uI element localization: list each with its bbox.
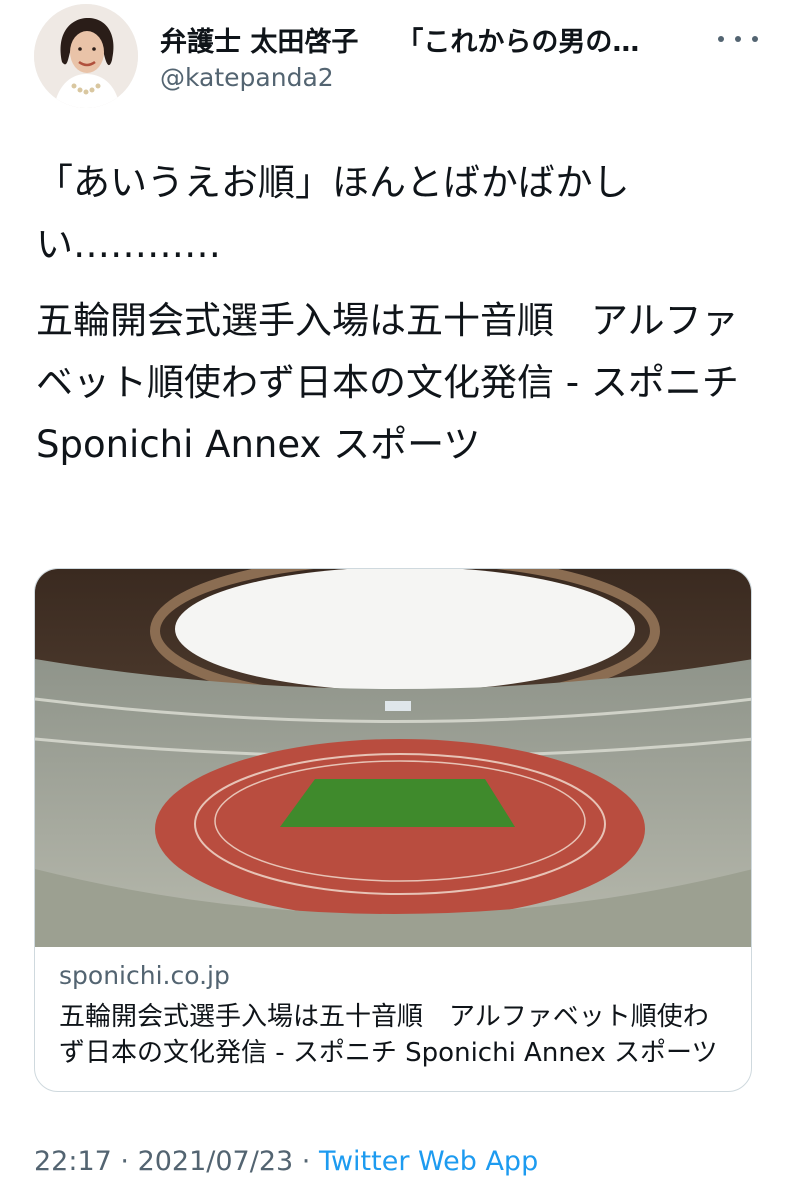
tweet-source-link[interactable]: Twitter Web App (319, 1146, 538, 1177)
tweet-time[interactable]: 22:17 (34, 1146, 112, 1177)
meta-separator: · (111, 1146, 138, 1177)
stadium-photo (35, 569, 751, 947)
tweet-text-comment: 「あいうえお順」ほんとばかばかしい………… (36, 161, 630, 266)
author-handle[interactable]: @katepanda2 (160, 63, 334, 92)
tweet-date[interactable]: 2021/07/23 (138, 1146, 294, 1177)
card-title[interactable]: 五輪開会式選手入場は五十音順 アルファベット順使わず日本の文化発信 - スポニチ… (59, 999, 731, 1071)
tweet-text: 「あいうえお順」ほんとばかばかしい………… 五輪開会式選手入場は五十音順 アルフ… (36, 152, 756, 476)
tweet-header: 弁護士 太田啓子 「これからの男の… @katepanda2 (0, 0, 787, 120)
tweet-metadata: 22:17 · 2021/07/23 · Twitter Web App (34, 1146, 538, 1177)
avatar-image (34, 4, 138, 108)
author-bio-snippet: 「これからの男の… (396, 27, 640, 58)
meta-separator: · (293, 1146, 319, 1177)
card-image[interactable] (35, 569, 751, 947)
more-options-icon[interactable] (718, 24, 758, 54)
tweet-text-headline: 五輪開会式選手入場は五十音順 アルファベット順使わず日本の文化発信 - スポニチ… (36, 299, 739, 466)
author-name-line[interactable]: 弁護士 太田啓子 「これからの男の… (160, 20, 720, 62)
author-display-name[interactable]: 弁護士 太田啓子 (160, 27, 358, 58)
avatar[interactable] (34, 4, 138, 108)
link-card[interactable]: sponichi.co.jp 五輪開会式選手入場は五十音順 アルファベット順使わ… (34, 568, 752, 1092)
card-domain[interactable]: sponichi.co.jp (59, 961, 230, 990)
